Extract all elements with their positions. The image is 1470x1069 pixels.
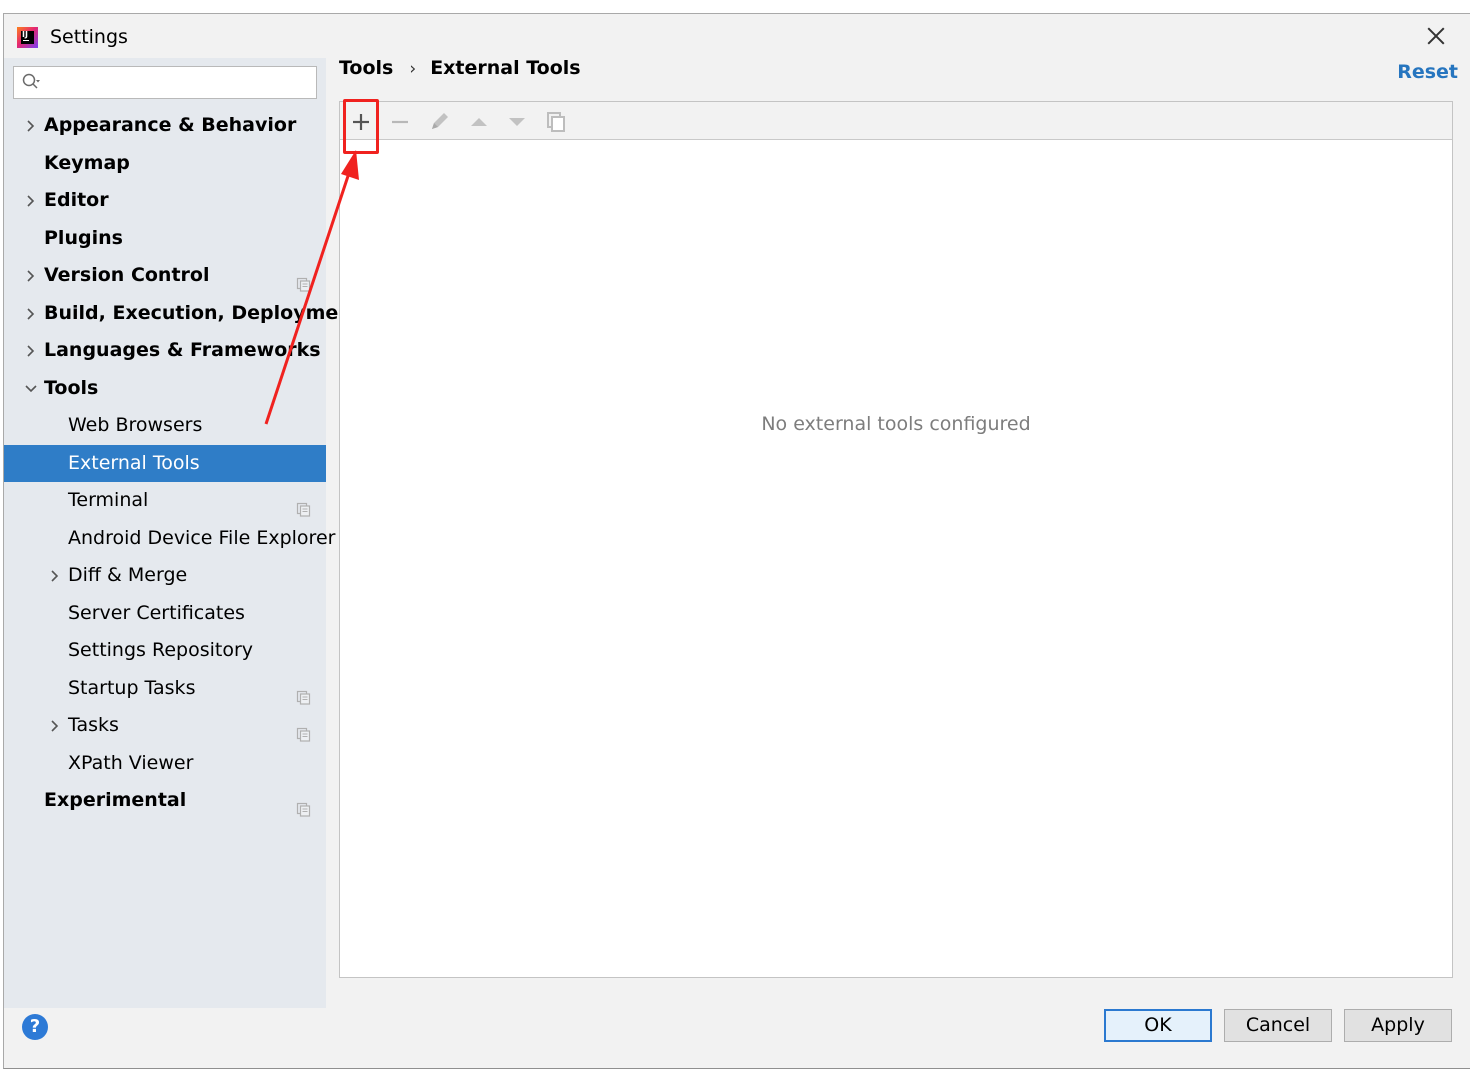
arrow-down-icon[interactable] — [504, 109, 530, 135]
tree-item-web-browsers[interactable]: Web Browsers — [4, 407, 326, 445]
arrow-up-icon[interactable] — [466, 109, 492, 135]
tree-item-android-device-file-explorer[interactable]: Android Device File Explorer — [4, 520, 335, 558]
close-icon[interactable] — [1424, 24, 1448, 48]
tree-item-label: Web Browsers — [68, 414, 203, 436]
tree-item-label: Editor — [44, 189, 109, 211]
tree-item-tools[interactable]: Tools — [4, 370, 326, 408]
tree-item-build-execution-deployment[interactable]: Build, Execution, Deployment — [4, 295, 361, 333]
chevron-right-icon[interactable] — [24, 182, 38, 220]
chevron-right-icon[interactable] — [48, 557, 62, 595]
tree-item-label: Build, Execution, Deployment — [44, 301, 361, 324]
tree-item-plugins[interactable]: Plugins — [4, 220, 326, 258]
tree-item-label: Tasks — [68, 714, 119, 736]
tree-item-label: Terminal — [68, 489, 149, 511]
tree-item-xpath-viewer[interactable]: XPath Viewer — [4, 745, 326, 783]
project-settings-icon — [296, 681, 311, 705]
tools-toolbar — [340, 102, 1452, 140]
tree-item-diff-merge[interactable]: Diff & Merge — [4, 557, 326, 595]
search-icon — [22, 73, 40, 89]
tree-item-label: Server Certificates — [68, 601, 245, 624]
tree-item-label: Languages & Frameworks — [44, 339, 321, 361]
chevron-right-icon[interactable] — [48, 707, 62, 745]
apply-button[interactable]: Apply — [1344, 1009, 1452, 1042]
tree-item-label: Startup Tasks — [68, 676, 196, 699]
tree-item-external-tools[interactable]: External Tools — [4, 444, 326, 482]
chevron-right-icon[interactable] — [24, 257, 38, 295]
help-button[interactable]: ? — [22, 1014, 48, 1040]
tree-item-server-certificates[interactable]: Server Certificates — [4, 595, 326, 633]
settings-sidebar: Appearance & Behavior Keymap Editor Plugins… — [4, 58, 361, 1008]
reset-link[interactable]: Reset — [1397, 61, 1458, 83]
tree-item-label: Version Control — [44, 264, 210, 286]
tree-item-label: Android Device File Explorer — [68, 526, 336, 549]
tree-item-label: Keymap — [44, 151, 130, 174]
chevron-right-icon[interactable] — [24, 107, 38, 145]
tree-item-version-control[interactable]: Version Control — [4, 257, 326, 295]
search-text-field[interactable] — [48, 71, 310, 94]
tree-item-languages-frameworks[interactable]: Languages & Frameworks — [4, 332, 326, 370]
title-bar: IJ Settings — [4, 14, 1470, 58]
project-settings-icon — [296, 493, 311, 517]
breadcrumb-separator: › — [409, 59, 417, 79]
tree-item-editor[interactable]: Editor — [4, 182, 326, 220]
breadcrumb-parent[interactable]: Tools — [339, 57, 393, 79]
tree-item-keymap[interactable]: Keymap — [4, 145, 326, 183]
tree-item-label: Experimental — [44, 789, 187, 811]
ok-button[interactable]: OK — [1104, 1009, 1212, 1042]
annotation-highlight-box — [343, 99, 379, 154]
tree-item-label: XPath Viewer — [68, 751, 194, 774]
tree-item-tasks[interactable]: Tasks — [4, 707, 326, 745]
project-settings-icon — [296, 268, 311, 292]
pencil-icon[interactable] — [426, 109, 452, 135]
tree-item-label: Plugins — [44, 226, 123, 249]
project-settings-icon — [296, 718, 311, 742]
intellij-logo-icon: IJ — [17, 27, 38, 48]
chevron-right-icon[interactable] — [24, 295, 38, 333]
tree-item-label: External Tools — [68, 451, 200, 474]
settings-search-input[interactable] — [13, 66, 317, 99]
logo-text: IJ — [22, 30, 28, 39]
tree-item-label: Appearance & Behavior — [44, 114, 297, 136]
minus-icon[interactable] — [387, 109, 413, 135]
tree-item-experimental[interactable]: Experimental — [4, 782, 326, 820]
tree-item-settings-repository[interactable]: Settings Repository — [4, 632, 326, 670]
tree-item-startup-tasks[interactable]: Startup Tasks — [4, 670, 326, 708]
copy-icon[interactable] — [543, 109, 569, 135]
tree-item-terminal[interactable]: Terminal — [4, 482, 326, 520]
empty-list-message: No external tools configured — [761, 413, 1031, 435]
external-tools-panel: No external tools configured — [339, 101, 1453, 978]
breadcrumb: Tools › External Tools — [339, 57, 581, 79]
tree-item-label: Diff & Merge — [68, 564, 188, 586]
tree-item-label: Tools — [44, 376, 99, 399]
project-settings-icon — [296, 793, 311, 817]
tree-item-appearance-behavior[interactable]: Appearance & Behavior — [4, 107, 326, 145]
settings-window: IJ Settings Appearance & Behavior Keymap E… — [3, 13, 1470, 1069]
settings-tree: Appearance & Behavior Keymap Editor Plugins… — [4, 107, 361, 820]
chevron-right-icon[interactable] — [24, 332, 38, 370]
chevron-down-icon[interactable] — [24, 370, 38, 408]
cancel-button[interactable]: Cancel — [1224, 1009, 1332, 1042]
breadcrumb-current: External Tools — [430, 57, 581, 79]
window-title: Settings — [50, 26, 128, 48]
tree-item-label: Settings Repository — [68, 639, 253, 661]
